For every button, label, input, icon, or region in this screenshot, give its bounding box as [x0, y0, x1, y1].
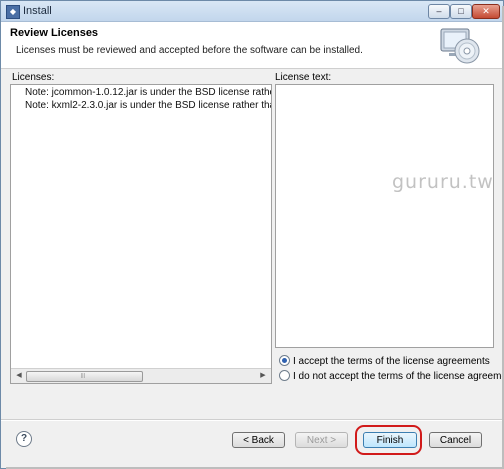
- list-item[interactable]: Note: kxml2-2.3.0.jar is under the BSD l…: [25, 100, 271, 111]
- accept-radio-option[interactable]: I accept the terms of the license agreem…: [279, 355, 490, 367]
- licenses-list[interactable]: Note: jcommon-1.0.12.jar is under the BS…: [10, 84, 272, 384]
- app-icon: ◆: [6, 5, 20, 19]
- minimize-button[interactable]: –: [428, 4, 450, 19]
- window-title: Install: [23, 5, 52, 17]
- page-description: Licenses must be reviewed and accepted b…: [16, 45, 363, 56]
- maximize-button[interactable]: □: [450, 4, 472, 19]
- decline-label: I do not accept the terms of the license…: [293, 371, 504, 382]
- license-text-area[interactable]: [275, 84, 494, 348]
- next-button[interactable]: Next >: [295, 432, 348, 448]
- help-icon[interactable]: ?: [16, 431, 32, 447]
- scroll-left-icon[interactable]: ◀: [13, 370, 25, 381]
- watermark: gururu.tw: [392, 171, 494, 193]
- grip-icon: |||: [81, 373, 85, 379]
- install-cd-icon: [440, 28, 480, 64]
- accept-label: I accept the terms of the license agreem…: [293, 356, 490, 367]
- header-banner: Review Licenses Licenses must be reviewe…: [1, 22, 503, 69]
- close-button[interactable]: ✕: [472, 4, 500, 19]
- install-dialog: ◆ Install – □ ✕ Review Licenses Licenses…: [0, 0, 504, 469]
- back-button[interactable]: < Back: [232, 432, 285, 448]
- scroll-right-icon[interactable]: ▶: [257, 370, 269, 381]
- accept-radio[interactable]: [279, 355, 290, 366]
- licenses-label: Licenses:: [12, 72, 55, 83]
- list-item[interactable]: Note: jcommon-1.0.12.jar is under the BS…: [25, 87, 271, 98]
- cancel-button[interactable]: Cancel: [429, 432, 482, 448]
- decline-radio-option[interactable]: I do not accept the terms of the license…: [279, 370, 504, 382]
- footer-divider: [1, 419, 503, 421]
- title-bar[interactable]: ◆ Install – □ ✕: [1, 1, 503, 22]
- scrollbar-thumb[interactable]: |||: [26, 371, 143, 382]
- page-title: Review Licenses: [10, 27, 99, 39]
- horizontal-scrollbar[interactable]: ◀ ||| ▶: [11, 368, 271, 383]
- finish-highlight-annotation: [355, 425, 422, 455]
- license-text-label: License text:: [275, 72, 332, 83]
- decline-radio[interactable]: [279, 370, 290, 381]
